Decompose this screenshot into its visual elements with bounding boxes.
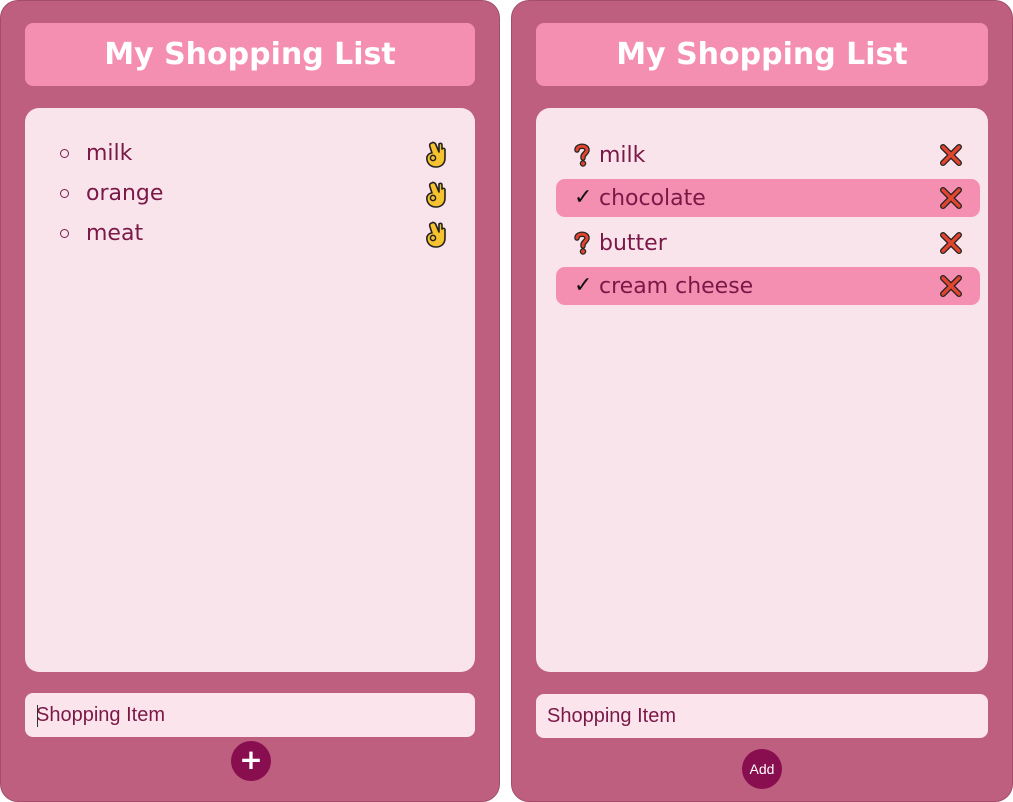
list-item[interactable]: milk (556, 136, 980, 174)
shopping-list-card: milk orange meat (25, 108, 475, 672)
list-item[interactable]: milk (60, 138, 449, 168)
question-mark-icon[interactable] (574, 231, 596, 255)
item-label: butter (599, 230, 667, 256)
cross-mark-icon[interactable] (940, 144, 962, 166)
question-mark-icon[interactable] (574, 143, 596, 167)
ok-hand-icon[interactable] (423, 139, 449, 169)
check-icon[interactable]: ✓ (574, 275, 596, 297)
check-icon[interactable]: ✓ (574, 187, 596, 209)
shopping-item-input[interactable] (25, 693, 475, 737)
item-label: milk (599, 142, 646, 168)
item-label: chocolate (599, 185, 706, 211)
item-label: milk (86, 140, 133, 166)
item-label: cream cheese (599, 273, 754, 299)
bullet-icon (60, 148, 69, 158)
list-item[interactable]: meat (60, 218, 449, 248)
bullet-icon (60, 188, 69, 198)
item-label: meat (86, 220, 144, 246)
cross-mark-icon[interactable] (940, 232, 962, 254)
ok-hand-icon[interactable] (423, 219, 449, 249)
cross-mark-icon[interactable] (940, 187, 962, 209)
ok-hand-icon[interactable] (423, 179, 449, 209)
page-title: My Shopping List (616, 37, 908, 72)
item-label: orange (86, 180, 164, 206)
shopping-list-panel-left: My Shopping List milk orange meat Shoppi… (0, 0, 500, 802)
add-button[interactable]: Add (742, 749, 782, 789)
title-bar: My Shopping List (25, 23, 475, 86)
list-item-done[interactable]: ✓ cream cheese (556, 267, 980, 305)
cross-mark-icon[interactable] (940, 275, 962, 297)
shopping-list-card: milk ✓ chocolate butter ✓ cream cheese (536, 108, 988, 672)
list-item-done[interactable]: ✓ chocolate (556, 179, 980, 217)
list-item[interactable]: orange (60, 178, 449, 208)
shopping-list-panel-right: My Shopping List milk ✓ chocolate butter… (511, 0, 1013, 802)
add-item-button[interactable]: + (231, 741, 271, 781)
shopping-item-input[interactable] (536, 694, 988, 738)
text-caret (37, 705, 38, 727)
page-title: My Shopping List (104, 37, 396, 72)
list-item[interactable]: butter (556, 224, 980, 262)
title-bar: My Shopping List (536, 23, 988, 86)
bullet-icon (60, 228, 69, 238)
